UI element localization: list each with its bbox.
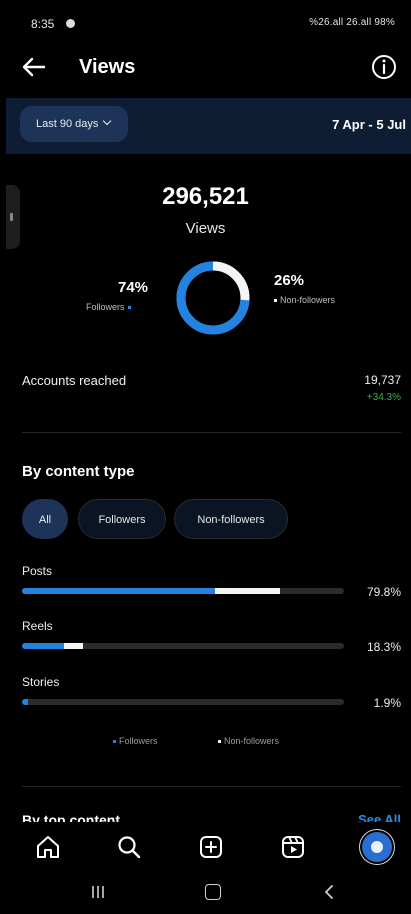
create-post-icon[interactable]: [196, 832, 226, 862]
status-time: 8:35: [31, 17, 55, 31]
reels-bar-followers: [22, 643, 64, 649]
status-indicators: %26.all 26.all 98%: [309, 17, 395, 28]
filter-chip-non-followers[interactable]: Non-followers: [174, 499, 288, 539]
non-followers-percent: 26%: [274, 272, 305, 289]
home-icon[interactable]: [33, 832, 63, 862]
notification-dot-icon: [66, 19, 75, 28]
reels-percent: 18.3%: [366, 640, 401, 654]
reels-bar: [22, 643, 344, 649]
stories-label: Stories: [22, 675, 60, 689]
posts-bar-non-followers: [215, 588, 280, 594]
system-nav-bar: [6, 872, 411, 914]
total-views-value: 296,521: [162, 183, 249, 210]
non-followers-legend: Non-followers: [274, 295, 364, 306]
posts-percent: 79.8%: [366, 585, 401, 599]
accounts-reached-change: +34.3%: [366, 392, 401, 403]
posts-bar: [22, 588, 344, 594]
non-followers-label: Non-followers: [280, 295, 336, 305]
legend-non-followers: Non-followers: [218, 736, 279, 746]
chevron-down-icon: [103, 116, 112, 126]
back-nav-icon[interactable]: [322, 884, 336, 900]
profile-avatar[interactable]: [362, 832, 392, 862]
non-followers-dot-icon: [274, 299, 277, 303]
bottom-nav: [6, 822, 411, 872]
followers-legend: Followers: [86, 302, 131, 312]
followers-label: Followers: [86, 302, 125, 312]
header-bar: Views: [0, 44, 411, 90]
filter-chip-all[interactable]: All: [22, 499, 68, 539]
posts-label: Posts: [22, 564, 53, 578]
page-title: Views: [79, 56, 136, 78]
date-range-dropdown[interactable]: Last 90 days: [20, 106, 129, 142]
filter-chip-followers[interactable]: Followers: [78, 499, 166, 539]
accounts-reached-label: Accounts reached: [22, 373, 127, 388]
insights-views-screen: 8:35 %26.all 26.all 98% Views Last 90 da…: [0, 0, 411, 914]
reels-bar-non-followers: [63, 643, 84, 649]
legend-followers-label: Followers: [119, 736, 158, 746]
arrow-left-icon[interactable]: [20, 53, 48, 81]
info-circle-icon[interactable]: [370, 53, 398, 81]
reels-label: Reels: [22, 619, 53, 633]
divider: [22, 432, 401, 433]
divider: [22, 786, 401, 787]
stories-bar: [22, 699, 344, 705]
posts-bar-followers: [22, 588, 216, 594]
views-donut-chart: [176, 261, 250, 335]
avatar-face-icon: [371, 841, 383, 853]
followers-dot-icon: [113, 740, 116, 744]
content-type-title: By content type: [22, 463, 135, 480]
followers-percent: 74%: [118, 279, 149, 296]
legend-followers: Followers: [113, 736, 158, 746]
search-icon[interactable]: [114, 832, 144, 862]
top-content-title: By top content: [22, 812, 120, 822]
legend-non-followers-label: Non-followers: [224, 736, 280, 746]
total-views-label: Views: [185, 220, 226, 237]
see-all-link[interactable]: See All: [358, 812, 401, 822]
home-button-icon[interactable]: [205, 884, 221, 900]
non-followers-dot-icon: [218, 740, 221, 744]
accounts-reached-value: 19,737: [364, 373, 401, 387]
date-filter-bar: Last 90 days 7 Apr - 5 Jul: [6, 98, 411, 154]
date-range-dropdown-label: Last 90 days: [36, 118, 99, 130]
status-bar: 8:35 %26.all 26.all 98%: [0, 14, 411, 34]
stories-percent: 1.9%: [373, 696, 401, 710]
date-range-text: 7 Apr - 5 Jul: [332, 117, 406, 132]
stories-bar-followers: [22, 699, 28, 705]
recent-apps-icon[interactable]: [90, 885, 106, 899]
followers-dot-icon: [127, 306, 131, 310]
reels-icon[interactable]: [278, 832, 308, 862]
